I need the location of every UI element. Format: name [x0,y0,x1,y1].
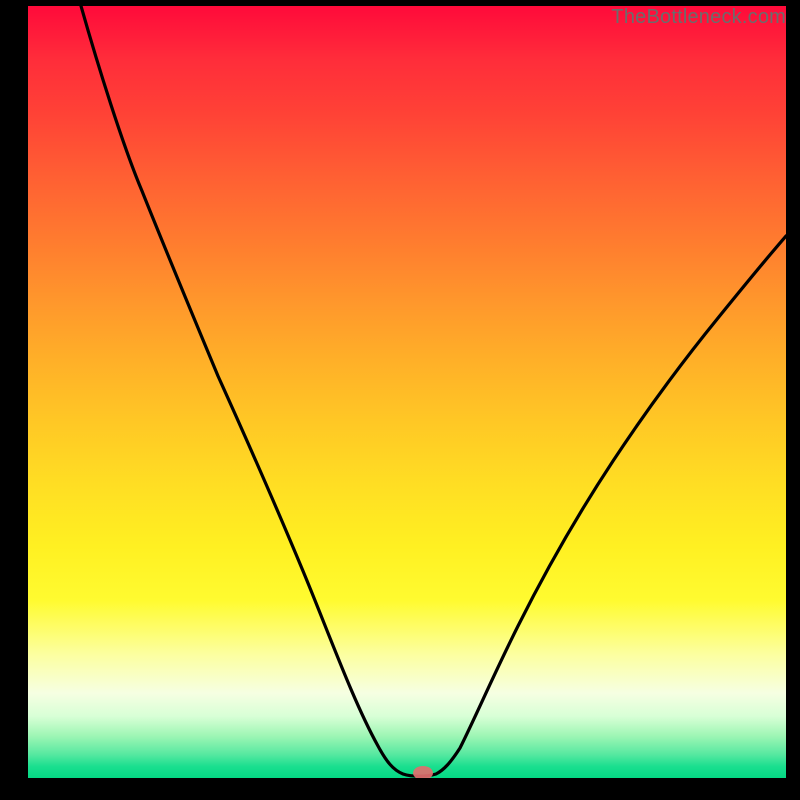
curve-layer [28,6,786,778]
plot-area [28,6,786,778]
attribution-text: TheBottleneck.com [611,6,786,29]
optimal-marker [413,766,433,778]
bottleneck-curve [81,6,786,776]
chart-container: TheBottleneck.com [0,0,800,800]
